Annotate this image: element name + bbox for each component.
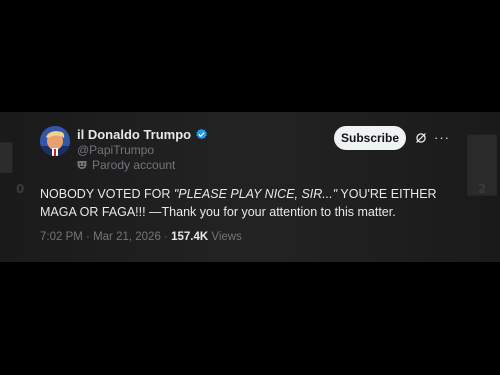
author-handle[interactable]: @PapiTrumpo	[77, 143, 154, 157]
parody-label-text: Parody account	[92, 158, 176, 172]
subscribe-button[interactable]: Subscribe	[334, 126, 406, 150]
theater-mask-icon	[77, 161, 87, 169]
meta-separator: ·	[86, 231, 90, 243]
verified-badge-icon	[196, 128, 207, 140]
post-date[interactable]: Mar 21, 2026	[93, 231, 161, 243]
post-text-part: NOBODY VOTED FOR	[40, 187, 174, 201]
avatar[interactable]	[40, 126, 70, 156]
post-text: NOBODY VOTED FOR "PLEASE PLAY NICE, SIR.…	[40, 185, 470, 221]
post-text-italic: "PLEASE PLAY NICE, SIR..."	[173, 187, 338, 201]
author-name[interactable]: il Donaldo Trumpo	[77, 127, 191, 142]
post-meta: 7:02 PM · Mar 21, 2026 · 157.4K Views	[40, 231, 242, 243]
views-label: Views	[211, 231, 242, 243]
parody-label: Parody account	[76, 158, 175, 172]
post-time[interactable]: 7:02 PM	[40, 231, 83, 243]
grok-icon[interactable]	[414, 131, 428, 145]
avatar-image	[40, 126, 70, 156]
meta-separator: ·	[164, 231, 168, 243]
author-name-row[interactable]: il Donaldo Trumpo	[77, 127, 208, 142]
views-count[interactable]: 157.4K	[171, 231, 208, 243]
more-options-icon[interactable]: ···	[434, 130, 450, 145]
